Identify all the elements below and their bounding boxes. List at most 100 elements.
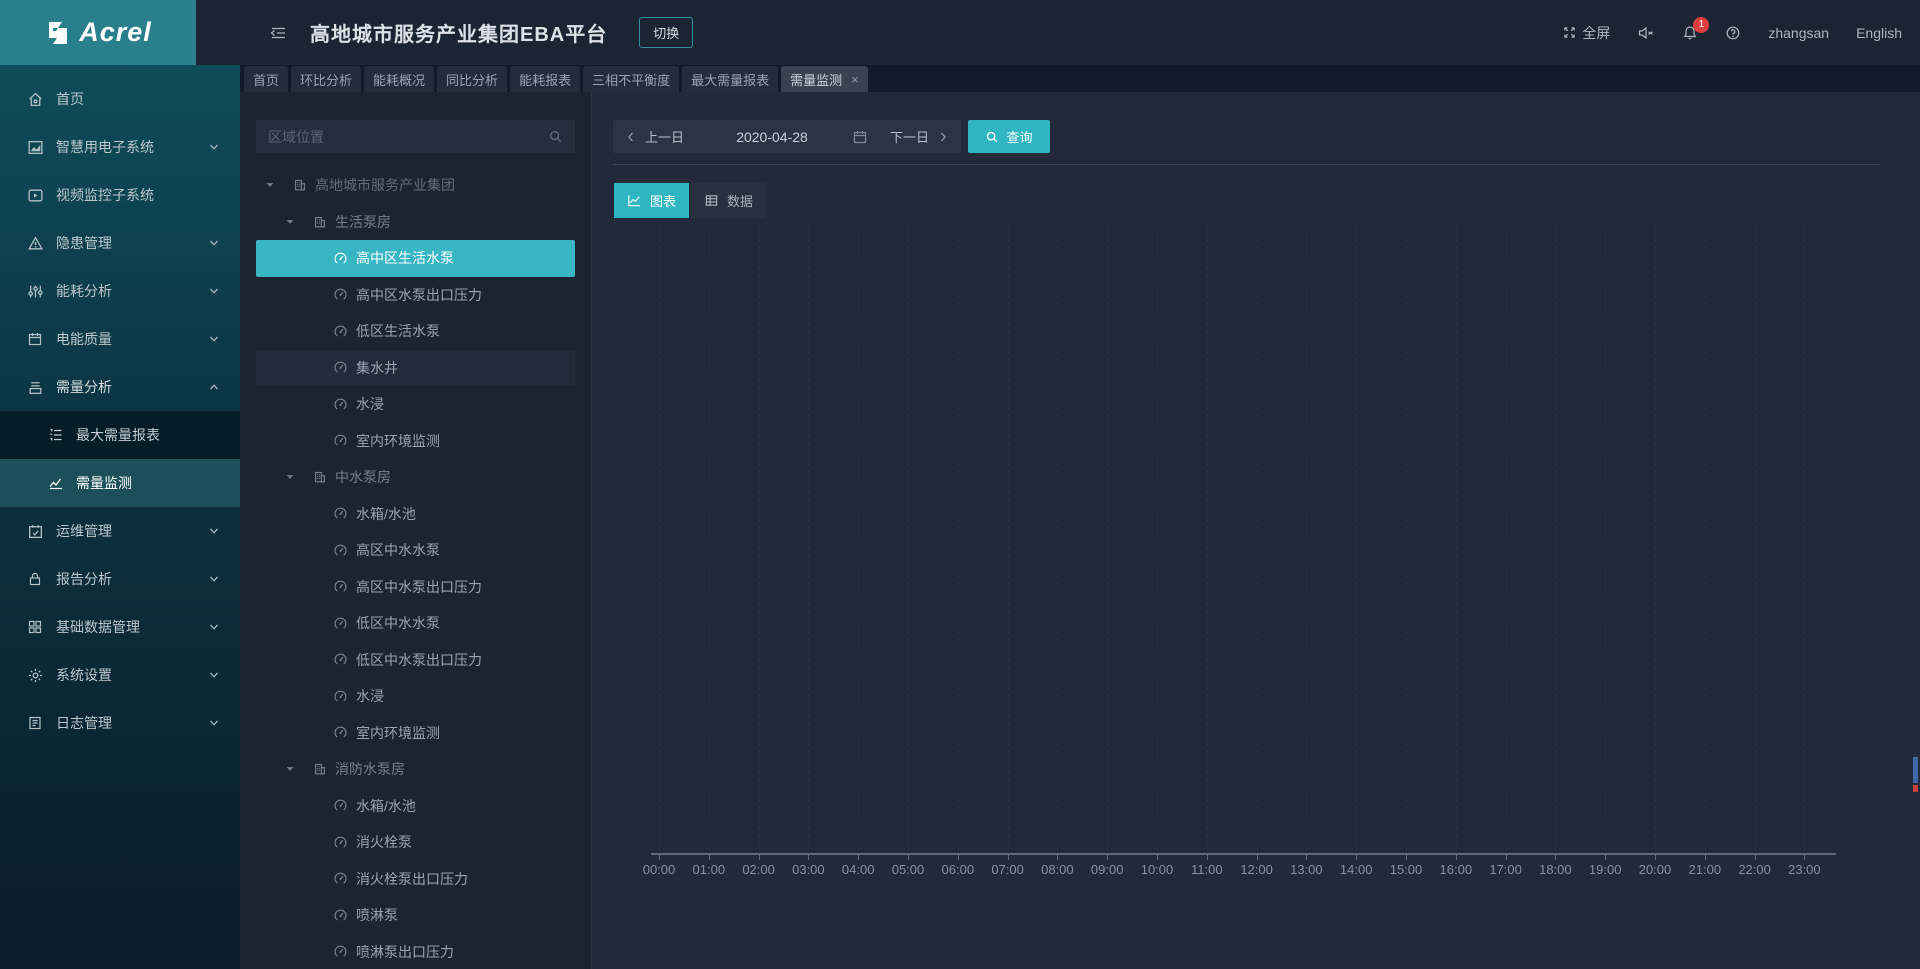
notification-bell[interactable]: 1: [1682, 25, 1698, 41]
tree-label: 室内环境监测: [356, 431, 440, 451]
scrollbar-thumb[interactable]: [1913, 757, 1918, 783]
axis-tick: [1755, 855, 1756, 860]
chevron-down-icon: [208, 621, 220, 633]
gridline: [958, 225, 959, 853]
view-button-数据[interactable]: 数据: [691, 183, 766, 218]
sidebar-item-隐患管理[interactable]: 隐患管理: [0, 219, 240, 267]
tree-leaf-水浸[interactable]: 水浸: [256, 386, 575, 423]
tree-leaf-室内环境监测[interactable]: 室内环境监测: [256, 715, 575, 752]
sidebar-item-系统设置[interactable]: 系统设置: [0, 651, 240, 699]
tree-leaf-高区中水泵出口压力[interactable]: 高区中水泵出口压力: [256, 569, 575, 606]
x-axis-label: 09:00: [1082, 862, 1132, 877]
chevron-down-icon: [208, 237, 220, 249]
sidebar-item-label: 电能质量: [56, 329, 208, 349]
tree-leaf-低区中水水泵[interactable]: 低区中水水泵: [256, 605, 575, 642]
tab-需量监测[interactable]: 需量监测×: [781, 66, 868, 92]
chevron-left-icon[interactable]: [625, 131, 637, 143]
caret-down-icon[interactable]: [285, 217, 313, 227]
gauge-icon: [333, 944, 348, 959]
sidebar-item-首页[interactable]: 首页: [0, 75, 240, 123]
tree-leaf-喷淋泵出口压力[interactable]: 喷淋泵出口压力: [256, 934, 575, 969]
fullscreen-button[interactable]: 全屏: [1562, 23, 1610, 43]
sidebar-subitem-需量监测[interactable]: 需量监测: [0, 459, 240, 507]
trend-icon: [48, 475, 64, 491]
tab-能耗概况[interactable]: 能耗概况: [364, 66, 434, 92]
tree-label: 高区中水泵出口压力: [356, 577, 482, 597]
tree-group-中水泵房[interactable]: 中水泵房: [256, 459, 575, 496]
tree-label: 高区中水水泵: [356, 540, 440, 560]
x-axis-label: 18:00: [1530, 862, 1580, 877]
sidebar-item-能耗分析[interactable]: 能耗分析: [0, 267, 240, 315]
language-switch[interactable]: English: [1856, 25, 1902, 41]
tree-leaf-消火栓泵[interactable]: 消火栓泵: [256, 824, 575, 861]
view-button-图表[interactable]: 图表: [614, 183, 689, 218]
chevron-right-icon[interactable]: [937, 131, 949, 143]
tree-leaf-室内环境监测[interactable]: 室内环境监测: [256, 423, 575, 460]
tree-leaf-消火栓泵出口压力[interactable]: 消火栓泵出口压力: [256, 861, 575, 898]
search-icon[interactable]: [548, 129, 563, 144]
tree-group-生活泵房[interactable]: 生活泵房: [256, 204, 575, 241]
switch-button[interactable]: 切换: [639, 17, 693, 48]
caret-down-icon[interactable]: [285, 764, 313, 774]
chevron-down-icon: [208, 717, 220, 729]
calendar-icon[interactable]: [852, 129, 868, 145]
tree-leaf-低区生活水泵[interactable]: 低区生活水泵: [256, 313, 575, 350]
tab-label: 环比分析: [300, 70, 352, 89]
mute-icon[interactable]: [1637, 25, 1655, 41]
tree-leaf-水浸[interactable]: 水浸: [256, 678, 575, 715]
sidebar-item-基础数据管理[interactable]: 基础数据管理: [0, 603, 240, 651]
help-icon[interactable]: [1725, 25, 1741, 41]
tree-leaf-集水井[interactable]: 集水井: [256, 350, 575, 387]
tree-leaf-高中区水泵出口压力[interactable]: 高中区水泵出口压力: [256, 277, 575, 314]
search-icon: [985, 130, 999, 144]
tree-leaf-高区中水水泵[interactable]: 高区中水水泵: [256, 532, 575, 569]
gridline: [1406, 225, 1407, 853]
tree-leaf-低区中水泵出口压力[interactable]: 低区中水泵出口压力: [256, 642, 575, 679]
tree-leaf-水箱/水池[interactable]: 水箱/水池: [256, 496, 575, 533]
gridline: [1555, 225, 1556, 853]
tree-group-消防水泵房[interactable]: 消防水泵房: [256, 751, 575, 788]
gridline: [1655, 225, 1656, 853]
tree-leaf-喷淋泵[interactable]: 喷淋泵: [256, 897, 575, 934]
tab-首页[interactable]: 首页: [244, 66, 288, 92]
tab-label: 最大需量报表: [691, 70, 769, 89]
tab-同比分析[interactable]: 同比分析: [437, 66, 507, 92]
gridline: [759, 225, 760, 853]
next-day-button[interactable]: 下一日: [890, 127, 929, 146]
building-icon: [313, 470, 327, 484]
tree-leaf-水箱/水池[interactable]: 水箱/水池: [256, 788, 575, 825]
sidebar-subitem-最大需量报表[interactable]: 最大需量报表: [0, 411, 240, 459]
sidebar-item-视频监控子系统[interactable]: 视频监控子系统: [0, 171, 240, 219]
sidebar-item-日志管理[interactable]: 日志管理: [0, 699, 240, 747]
tab-能耗报表[interactable]: 能耗报表: [510, 66, 580, 92]
username[interactable]: zhangsan: [1768, 25, 1829, 41]
caret-down-icon[interactable]: [265, 180, 293, 190]
axis-tick: [1456, 855, 1457, 860]
sidebar-item-电能质量[interactable]: 电能质量: [0, 315, 240, 363]
sidebar-item-label: 能耗分析: [56, 281, 208, 301]
tab-环比分析[interactable]: 环比分析: [291, 66, 361, 92]
chevron-down-icon: [208, 573, 220, 585]
tab-三相不平衡度[interactable]: 三相不平衡度: [583, 66, 679, 92]
sidebar-item-需量分析[interactable]: 需量分析: [0, 363, 240, 411]
tab-最大需量报表[interactable]: 最大需量报表: [682, 66, 778, 92]
prev-day-button[interactable]: 上一日: [645, 127, 684, 146]
gridline: [1804, 225, 1805, 853]
sidebar-item-智慧用电子系统[interactable]: 智慧用电子系统: [0, 123, 240, 171]
sidebar-item-报告分析[interactable]: 报告分析: [0, 555, 240, 603]
gridline: [1057, 225, 1058, 853]
tree-leaf-高中区生活水泵[interactable]: 高中区生活水泵: [256, 240, 575, 277]
search-input[interactable]: [268, 129, 548, 145]
caret-down-icon[interactable]: [285, 472, 313, 482]
date-value[interactable]: 2020-04-28: [692, 129, 852, 145]
close-icon[interactable]: ×: [851, 72, 859, 87]
tree-group-高地城市服务产业集团[interactable]: 高地城市服务产业集团: [256, 167, 575, 204]
sidebar-item-运维管理[interactable]: 运维管理: [0, 507, 240, 555]
gridline: [1506, 225, 1507, 853]
home-icon: [27, 91, 44, 108]
axis-tick: [1008, 855, 1009, 860]
query-button[interactable]: 查询: [968, 120, 1050, 153]
x-axis-label: 11:00: [1182, 862, 1232, 877]
sidebar-item-label: 报告分析: [56, 569, 208, 589]
menu-fold-icon[interactable]: [268, 25, 288, 41]
